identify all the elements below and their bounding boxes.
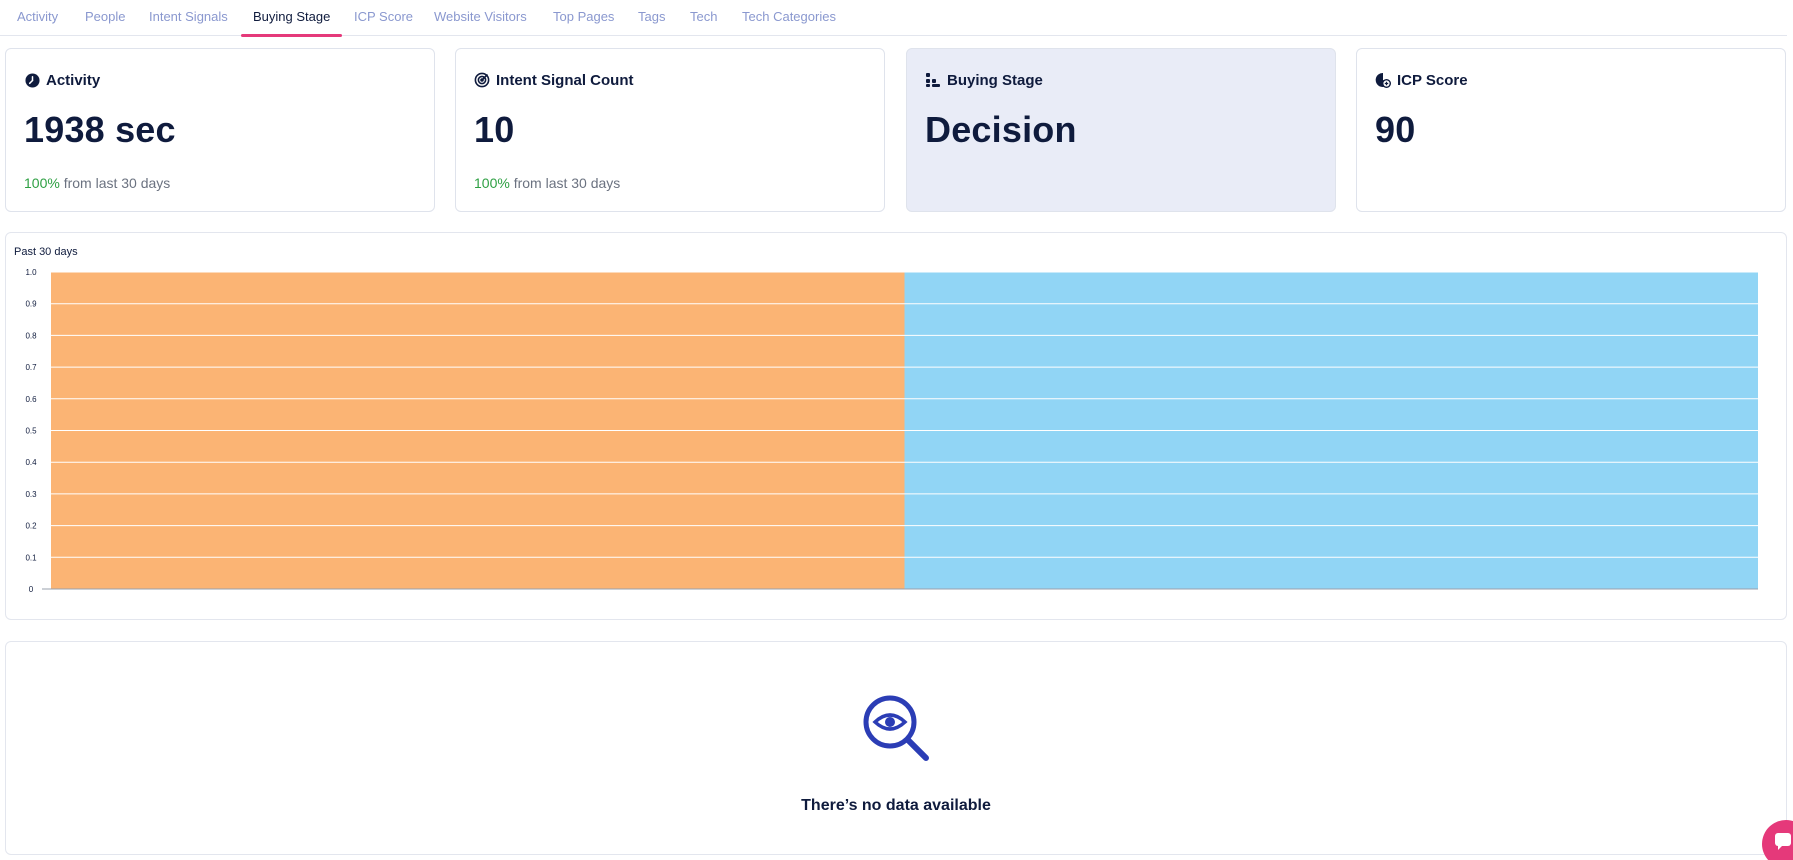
y-tick-label: 0.2 [25,522,37,531]
stage-icon [925,72,941,88]
change-text: from last 30 days [509,175,621,191]
activity-card: Activity 1938 sec 100% from last 30 days [5,48,435,212]
y-tick-label: 0 [29,585,34,594]
card-header: Intent Signal Count [474,70,633,90]
card-title: Activity [46,71,101,89]
search-eye-icon [862,694,932,769]
empty-state-message: There’s no data available [801,797,991,814]
change-percent: 100% [24,175,60,191]
change-percent: 100% [474,175,510,191]
y-tick-label: 0.6 [25,395,37,404]
y-tick-label: 0.3 [25,490,37,499]
bar-chart: 0 0.1 0.2 0.3 0.4 0.5 0.6 0.7 0.8 0.9 1.0 [25,268,1758,594]
card-change: 100% from last 30 days [474,175,620,191]
card-title: Intent Signal Count [496,71,634,89]
y-tick-label: 0.9 [25,300,37,309]
y-tick-label: 0.8 [25,331,37,340]
intent-signal-card: Intent Signal Count 10 100% from last 30… [455,48,885,212]
score-icon [1375,72,1391,88]
chart-panel: Past 30 days 0 0.1 0.2 0.3 0.4 0.5 0.6 0.7 0.8 0.… [5,232,1787,620]
card-change: 100% from last 30 days [24,175,170,191]
tab-tech[interactable]: Tech [678,0,729,36]
y-tick-label: 0.5 [25,427,37,436]
y-tick-label: 0.4 [25,458,37,467]
tab-tags[interactable]: Tags [626,0,677,36]
tab-tech-categories[interactable]: Tech Categories [730,0,848,36]
card-value: 1938 sec [24,109,176,150]
tab-activity[interactable]: Activity [5,0,70,36]
card-title: Buying Stage [947,71,1043,89]
clock-icon [24,72,40,88]
tab-bar: Activity People Intent Signals Buying St… [0,0,1787,37]
tab-buying-stage[interactable]: Buying Stage [241,0,343,37]
card-title: ICP Score [1397,71,1468,89]
card-header: ICP Score [1375,70,1468,90]
card-value: 10 [474,109,515,150]
buying-stage-card: Buying Stage Decision [906,48,1336,212]
y-tick-label: 0.1 [25,553,37,562]
empty-state-panel: There’s no data available [5,641,1787,855]
card-value: 90 [1375,109,1416,150]
tab-website-visitors[interactable]: Website Visitors [422,0,539,36]
tab-icp-score[interactable]: ICP Score [342,0,425,36]
card-header: Activity [24,70,100,90]
tab-top-pages[interactable]: Top Pages [541,0,626,36]
icp-score-card: ICP Score 90 [1356,48,1786,212]
change-text: from last 30 days [59,175,171,191]
card-header: Buying Stage [925,70,1043,90]
card-value: Decision [925,109,1077,150]
tab-intent-signals[interactable]: Intent Signals [137,0,240,36]
radar-icon [474,72,490,88]
y-tick-label: 0.7 [25,363,37,372]
tab-people[interactable]: People [73,0,137,36]
y-tick-label: 1.0 [25,268,37,277]
chat-icon [1774,832,1792,855]
